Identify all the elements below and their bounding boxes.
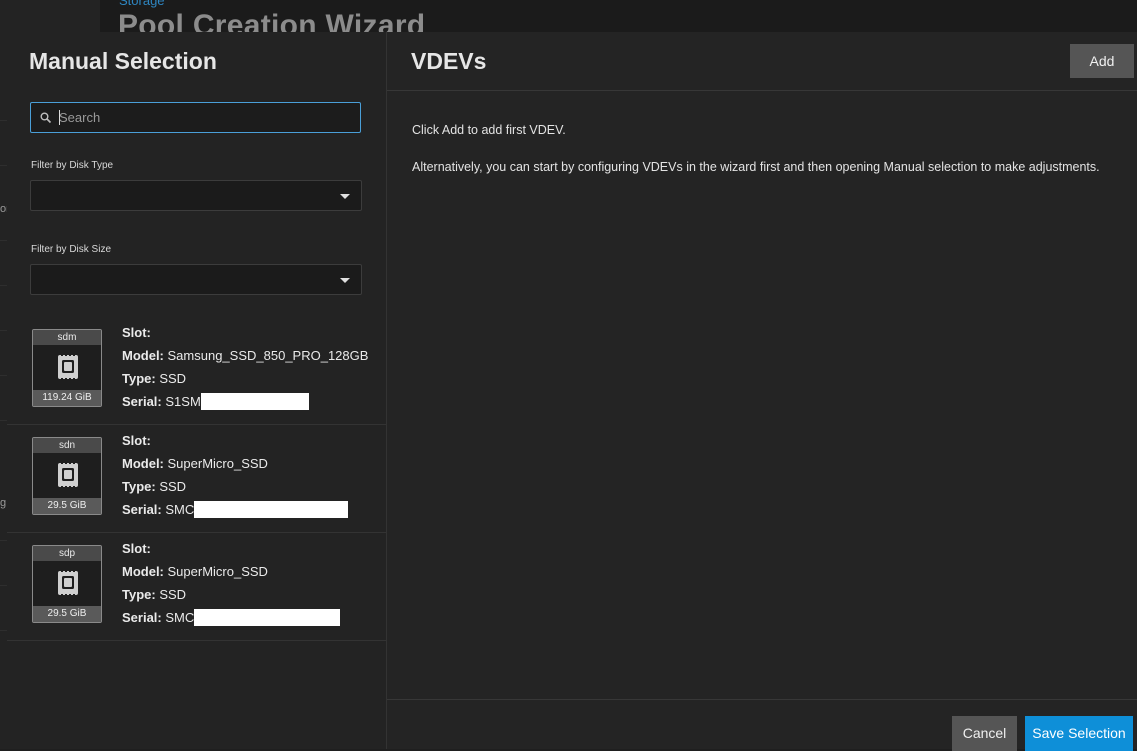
vdevs-panel: VDEVs Add Click Add to add first VDEV. A… (387, 32, 1137, 751)
disk-size: 29.5 GiB (33, 498, 101, 514)
serial-redaction (194, 608, 341, 626)
add-vdev-button[interactable]: Add (1070, 44, 1134, 78)
model-value: Samsung_SSD_850_PRO_128GB (167, 348, 369, 363)
disk-type: Type: SSD (122, 583, 340, 606)
disk-list-item[interactable]: sdn 29.5 GiB Slot: Model: SuperMicro_SSD… (7, 424, 386, 533)
model-key: Model: (122, 564, 164, 579)
manual-selection-dialog: Manual Selection Filter by Disk Type Fil… (7, 32, 1137, 751)
serial-key: Serial: (122, 610, 162, 625)
disk-model: Model: SuperMicro_SSD (122, 452, 348, 475)
disk-name: sdp (33, 546, 101, 561)
ssd-icon (58, 462, 78, 488)
slot-key: Slot: (122, 541, 151, 556)
serial-value: S1SM (165, 394, 201, 409)
disk-card[interactable]: sdm 119.24 GiB (32, 329, 102, 407)
empty-vdev-message: Click Add to add first VDEV. (412, 123, 566, 137)
disk-model: Model: Samsung_SSD_850_PRO_128GB (122, 344, 368, 367)
serial-value: SMC (165, 610, 195, 625)
disk-slot: Slot: (122, 537, 340, 560)
disk-list-panel: Manual Selection Filter by Disk Type Fil… (7, 32, 387, 749)
disk-serial: Serial: S1SM (122, 390, 368, 413)
model-key: Model: (122, 456, 164, 471)
footer-divider (387, 699, 1137, 700)
disk-slot: Slot: (122, 321, 368, 344)
filter-disk-size-label: Filter by Disk Size (31, 244, 112, 255)
panel-title: Manual Selection (29, 48, 217, 74)
slot-key: Slot: (122, 325, 151, 340)
search-input[interactable] (59, 103, 349, 132)
search-icon (40, 112, 52, 124)
vdevs-title: VDEVs (411, 48, 487, 74)
serial-value: SMC (165, 502, 195, 517)
dropdown-arrow-icon (340, 278, 350, 283)
filter-disk-type-label: Filter by Disk Type (31, 160, 114, 171)
disk-serial: Serial: SMC (122, 606, 341, 629)
type-value: SSD (159, 479, 187, 494)
cancel-button[interactable]: Cancel (952, 716, 1017, 751)
model-value: SuperMicro_SSD (167, 564, 268, 579)
vdevs-header: VDEVs Add (387, 32, 1137, 91)
type-key: Type: (122, 587, 156, 602)
disk-list-item[interactable]: sdp 29.5 GiB Slot: Model: SuperMicro_SSD… (7, 532, 386, 641)
disk-name: sdm (33, 330, 101, 345)
breadcrumb[interactable]: Storage (119, 0, 165, 8)
disk-name: sdn (33, 438, 101, 453)
filter-disk-size-select[interactable] (30, 264, 362, 295)
type-value: SSD (159, 587, 187, 602)
disk-details: Slot: Model: Samsung_SSD_850_PRO_128GB T… (122, 321, 368, 413)
model-key: Model: (122, 348, 164, 363)
disk-card[interactable]: sdn 29.5 GiB (32, 437, 102, 515)
slot-key: Slot: (122, 433, 151, 448)
filter-disk-type-select[interactable] (30, 180, 362, 211)
save-selection-button[interactable]: Save Selection (1025, 716, 1133, 751)
disk-details: Slot: Model: SuperMicro_SSD Type: SSD Se… (122, 429, 349, 521)
disk-slot: Slot: (122, 429, 348, 452)
dropdown-arrow-icon (340, 194, 350, 199)
sidebar-fragment: g (0, 497, 7, 509)
type-key: Type: (122, 479, 156, 494)
disk-card-body (33, 561, 101, 607)
disk-serial: Serial: SMC (122, 498, 349, 521)
vdev-hint-message: Alternatively, you can start by configur… (412, 160, 1100, 174)
text-cursor (59, 110, 60, 125)
disk-card-body (33, 345, 101, 391)
type-key: Type: (122, 371, 156, 386)
disk-size: 29.5 GiB (33, 606, 101, 622)
disk-model: Model: SuperMicro_SSD (122, 560, 340, 583)
search-box[interactable] (30, 102, 361, 133)
serial-redaction (200, 392, 309, 410)
disk-details: Slot: Model: SuperMicro_SSD Type: SSD Se… (122, 537, 341, 629)
ssd-icon (58, 354, 78, 380)
type-value: SSD (159, 371, 187, 386)
model-value: SuperMicro_SSD (167, 456, 268, 471)
serial-key: Serial: (122, 394, 162, 409)
disk-card-body (33, 453, 101, 499)
serial-key: Serial: (122, 502, 162, 517)
disk-type: Type: SSD (122, 475, 348, 498)
disk-list-item[interactable]: sdm 119.24 GiB Slot: Model: Samsung_SSD_… (7, 316, 386, 425)
disk-card[interactable]: sdp 29.5 GiB (32, 545, 102, 623)
disk-size: 119.24 GiB (33, 390, 101, 406)
serial-redaction (194, 500, 349, 518)
disk-type: Type: SSD (122, 367, 368, 390)
ssd-icon (58, 570, 78, 596)
